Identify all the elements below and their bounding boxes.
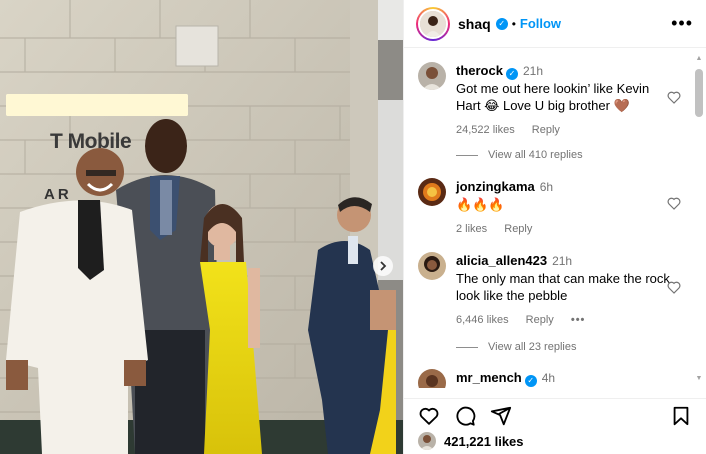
comment-username[interactable]: alicia_allen423 [456,253,547,268]
comment-time[interactable]: 6h [540,180,553,194]
view-replies-button[interactable]: View all 410 replies [456,149,583,161]
view-replies-button[interactable]: View all 23 replies [456,341,576,353]
commenter-avatar-image [418,62,446,90]
comment-more-icon[interactable]: ••• [571,314,586,326]
comment-username[interactable]: jonzingkama [456,179,535,194]
bookmark-icon[interactable] [670,405,692,427]
comment-likes[interactable]: 24,522 likes [456,124,515,136]
scrollbar-thumb[interactable] [695,69,703,117]
replies-divider [456,154,478,156]
photo-sign-subtext: AR [44,186,72,203]
comment-time[interactable]: 21h [552,254,572,268]
reply-button[interactable]: Reply [532,124,560,136]
verified-badge-icon: ✓ [495,17,508,30]
comment-text: Got me out here lookin’ like Kevin Hart … [456,81,650,113]
commenter-avatar-image [418,252,446,280]
commenter-avatar[interactable] [418,178,446,206]
heart-icon[interactable] [418,405,440,427]
commenter-avatar[interactable] [418,369,446,388]
verified-badge-icon: ✓ [505,68,518,80]
comment-likes[interactable]: 6,446 likes [456,314,509,326]
reply-button[interactable]: Reply [504,223,532,235]
post-photo[interactable]: T Mobile AR [0,0,403,454]
instagram-post-modal: T Mobile AR shaq ✓ • Follow ••• therock … [0,0,706,454]
comment-username[interactable]: therock [456,63,503,78]
comment-icon[interactable] [454,405,476,427]
share-icon[interactable] [490,405,512,427]
comment-like-heart-icon[interactable] [666,279,682,295]
comments-list[interactable]: therock ✓ 21h Got me out here lookin’ like… [404,49,706,388]
likes-count[interactable]: 421,221 likes [444,434,524,449]
commenter-avatar[interactable] [418,252,446,280]
more-options-icon[interactable]: ••• [671,14,693,32]
liker-avatar [418,432,436,450]
post-header: shaq ✓ • Follow ••• [404,0,706,48]
comment-time[interactable]: 21h [523,64,543,78]
comment-text: The only man that can make the rock look… [456,271,670,303]
commenter-avatar-image [418,178,446,206]
author-avatar-image [420,10,446,37]
separator-dot: • [511,16,516,31]
comment-likes[interactable]: 2 likes [456,223,487,235]
commenter-avatar[interactable] [418,62,446,90]
author-avatar[interactable] [416,6,450,41]
scroll-down-arrow-icon[interactable]: ▼ [695,375,703,383]
author-username[interactable]: shaq [458,16,491,32]
comment-text: 🔥🔥🔥 [456,197,505,212]
view-replies-label: View all 23 replies [488,341,577,353]
commenter-avatar-image [418,369,446,388]
chevron-right-icon [380,261,387,271]
follow-button[interactable]: Follow [520,16,561,31]
comment-time[interactable]: 4h [542,371,555,385]
comment-like-heart-icon[interactable] [666,195,682,211]
comment-username[interactable]: mr_mench [456,370,522,385]
post-photo-image [0,0,403,454]
liker-avatar-image [418,432,436,450]
post-actions-bar [404,398,706,430]
post-side-panel: shaq ✓ • Follow ••• therock ✓ 21h Got me… [403,0,706,454]
view-replies-label: View all 410 replies [488,149,583,161]
next-photo-button[interactable] [373,256,393,276]
comment-like-heart-icon[interactable] [666,89,682,105]
photo-sign-text: T Mobile [50,130,132,153]
comments-scrollbar[interactable]: ▲ ▼ [695,55,703,383]
scroll-up-arrow-icon[interactable]: ▲ [695,55,703,63]
likes-summary[interactable]: 421,221 likes [418,432,524,450]
verified-badge-icon: ✓ [524,375,537,387]
replies-divider [456,346,478,348]
reply-button[interactable]: Reply [526,314,554,326]
